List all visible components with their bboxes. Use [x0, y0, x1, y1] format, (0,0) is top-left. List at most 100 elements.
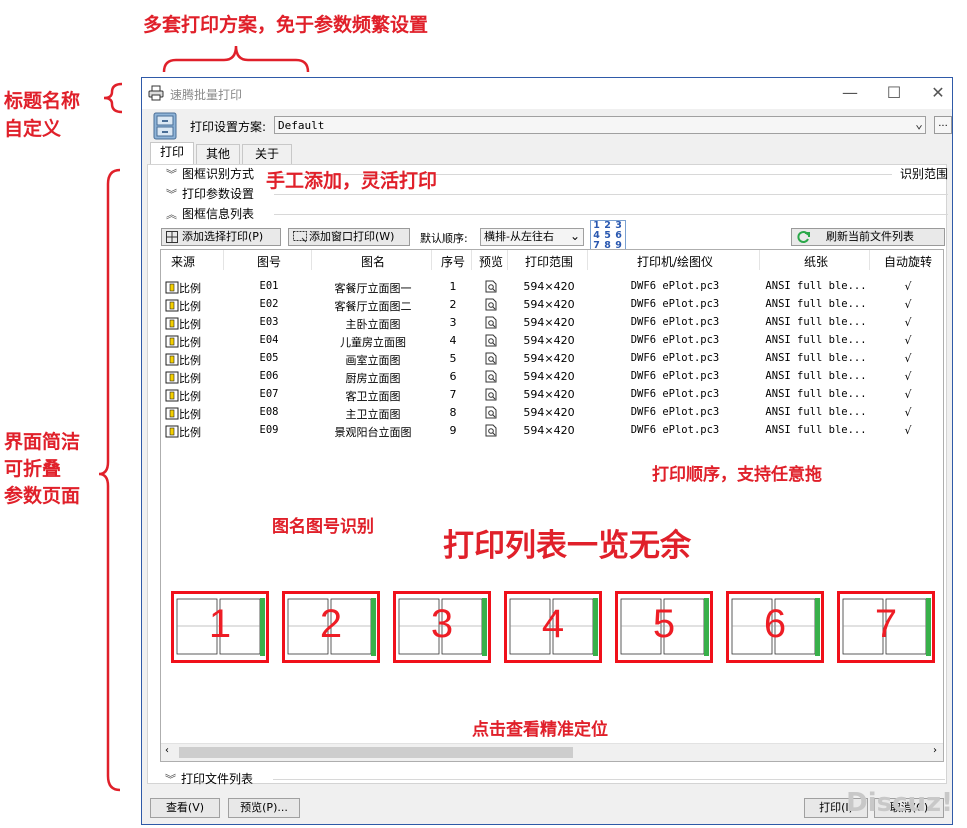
- thumbnail-strip[interactable]: 1 2 3 4 5 6 7: [171, 581, 941, 671]
- name-cell: 客餐厅立面图二: [334, 300, 412, 313]
- scheme-more-button[interactable]: ...: [934, 116, 952, 134]
- column-separator[interactable]: [507, 250, 508, 270]
- close-window-button[interactable]: ✕: [918, 82, 958, 104]
- view-button[interactable]: 查看(V): [150, 798, 220, 818]
- range-cell: 594×420: [523, 298, 575, 311]
- drawing-thumbnail[interactable]: 6: [726, 591, 824, 663]
- table-row[interactable]: 比例 E07 客卫立面图 7 594×420 DWF6 ePlot.pc3 ANSI ful…: [161, 386, 943, 404]
- column-header[interactable]: 序号: [433, 253, 473, 270]
- drawing-thumbnail[interactable]: 4: [504, 591, 602, 663]
- chevron-down-icon: ⌄: [569, 229, 580, 243]
- table-row[interactable]: 比例 E08 主卫立面图 8 594×420 DWF6 ePlot.pc3 ANSI ful…: [161, 404, 943, 422]
- idx-cell: 8: [449, 406, 457, 419]
- maximize-button[interactable]: ☐: [874, 82, 914, 104]
- table-row[interactable]: 比例 E01 客餐厅立面图一 1 594×420 DWF6 ePlot.pc3 ANSI f…: [161, 278, 943, 296]
- column-header[interactable]: 图号: [225, 253, 313, 270]
- scrollbar-thumb[interactable]: [179, 747, 573, 758]
- table-row[interactable]: 比例 E02 客餐厅立面图二 2 594×420 DWF6 ePlot.pc3 ANSI f…: [161, 296, 943, 314]
- preview-icon[interactable]: [473, 280, 509, 296]
- range-cell: 594×420: [523, 388, 575, 401]
- drawing-thumbnail[interactable]: 7: [837, 591, 935, 663]
- drawing-thumbnail[interactable]: 2: [282, 591, 380, 663]
- refresh-list-button[interactable]: 刷新当前文件列表: [791, 228, 945, 246]
- window-select-icon: [293, 231, 307, 248]
- tab-other[interactable]: 其他: [196, 144, 240, 164]
- source-label: 比例: [179, 354, 201, 367]
- range-cell: 594×420: [523, 424, 575, 437]
- preview-icon[interactable]: [473, 370, 509, 386]
- preview-icon[interactable]: [473, 298, 509, 314]
- drawing-thumbnail[interactable]: 1: [171, 591, 269, 663]
- section-frame-info[interactable]: ︽ 图框信息列表: [166, 205, 948, 223]
- preview-icon[interactable]: [473, 352, 509, 368]
- thumbnail-number: 5: [652, 602, 676, 646]
- thumbnail-number: 6: [763, 602, 787, 646]
- column-header[interactable]: 纸张: [761, 253, 871, 270]
- scroll-left-icon[interactable]: ‹: [165, 745, 169, 756]
- drawing-thumbnail[interactable]: 5: [615, 591, 713, 663]
- drawing-thumbnail[interactable]: 3: [393, 591, 491, 663]
- source-cell: 比例: [161, 406, 209, 422]
- tab-print[interactable]: 打印: [150, 142, 194, 164]
- column-header[interactable]: 打印机/绘图仪: [589, 253, 761, 270]
- column-header[interactable]: 图名: [313, 253, 433, 270]
- cabinet-icon: [152, 112, 180, 143]
- column-separator[interactable]: [759, 250, 760, 270]
- column-header[interactable]: 来源: [161, 253, 205, 270]
- section-print-params-label: 打印参数设置: [182, 187, 255, 201]
- column-separator[interactable]: [471, 250, 472, 270]
- table-row[interactable]: 比例 E03 主卧立面图 3 594×420 DWF6 ePlot.pc3 ANSI ful…: [161, 314, 943, 332]
- add-selection-button[interactable]: 添加选择打印(P): [161, 228, 281, 246]
- annotation-foldable-1: 界面简洁: [4, 431, 81, 453]
- section-file-list[interactable]: ︾ 打印文件列表: [165, 770, 945, 788]
- range-cell: 594×420: [523, 334, 575, 347]
- section-frame-info-label: 图框信息列表: [182, 207, 255, 221]
- add-window-button[interactable]: 添加窗口打印(W): [288, 228, 410, 246]
- scheme-select[interactable]: Default ⌄: [274, 116, 926, 134]
- horizontal-scrollbar[interactable]: ‹ ›: [161, 743, 943, 761]
- table-row[interactable]: 比例 E04 儿童房立面图 4 594×420 DWF6 ePlot.pc3 ANSI fu…: [161, 332, 943, 350]
- column-separator[interactable]: [587, 250, 588, 270]
- watermark: Discuz!: [846, 788, 953, 818]
- annotation-schemes: 多套打印方案，免于参数频繁设置: [143, 14, 429, 36]
- idx-cell: 2: [449, 298, 457, 311]
- tab-about[interactable]: 关于: [242, 144, 292, 164]
- minimize-button[interactable]: —: [830, 82, 870, 104]
- preview-icon[interactable]: [473, 316, 509, 332]
- preview-icon[interactable]: [473, 388, 509, 404]
- source-label: 比例: [179, 372, 201, 385]
- preview-icon[interactable]: [473, 424, 509, 440]
- column-separator[interactable]: [223, 250, 224, 270]
- name-cell: 主卧立面图: [345, 318, 401, 331]
- source-label: 比例: [179, 282, 201, 295]
- no-cell: E03: [259, 316, 279, 328]
- no-cell: E08: [259, 406, 279, 418]
- window-title: 速腾批量打印: [170, 88, 243, 102]
- table-row[interactable]: 比例 E06 厨房立面图 6 594×420 DWF6 ePlot.pc3 ANSI ful…: [161, 368, 943, 386]
- batch-print-window: 速腾批量打印 — ☐ ✕ 打印设置方案: Default ⌄ ... 打印 其他…: [141, 77, 953, 825]
- scroll-right-icon[interactable]: ›: [933, 745, 937, 756]
- scheme-label: 打印设置方案:: [190, 120, 267, 134]
- preview-button[interactable]: 预览(P)...: [228, 798, 300, 818]
- name-cell: 客餐厅立面图一: [334, 282, 412, 295]
- column-separator[interactable]: [869, 250, 870, 270]
- preview-icon[interactable]: [473, 406, 509, 422]
- table-row[interactable]: 比例 E05 画室立面图 5 594×420 DWF6 ePlot.pc3 ANSI ful…: [161, 350, 943, 368]
- column-separator[interactable]: [431, 250, 432, 270]
- table-row[interactable]: 比例 E09 景观阳台立面图 9 594×420 DWF6 ePlot.pc3 ANSI f…: [161, 422, 943, 440]
- order-select[interactable]: 横排-从左往右 ⌄: [480, 228, 584, 246]
- preview-icon[interactable]: [473, 334, 509, 350]
- name-cell: 画室立面图: [345, 354, 401, 367]
- column-header[interactable]: 自动旋转: [871, 253, 943, 270]
- column-header[interactable]: 打印范围: [509, 253, 589, 270]
- chevron-down-icon: ⌄: [915, 117, 923, 132]
- annotation-foldable-2: 可折叠: [4, 458, 62, 480]
- annotation-order: 打印顺序，支持任意拖: [652, 465, 822, 485]
- column-header[interactable]: 预览: [473, 253, 509, 270]
- frame-info-table[interactable]: 来源 图号 图名 序号 预览 打印范围 打印机/绘图仪 纸张 自动旋转 比例 E01 客餐厅立面图一…: [160, 249, 944, 762]
- section-file-list-label: 打印文件列表: [181, 772, 254, 786]
- scale-frame-icon: [165, 317, 179, 331]
- column-separator[interactable]: [311, 250, 312, 270]
- source-cell: 比例: [161, 352, 209, 368]
- no-cell: E02: [259, 298, 279, 310]
